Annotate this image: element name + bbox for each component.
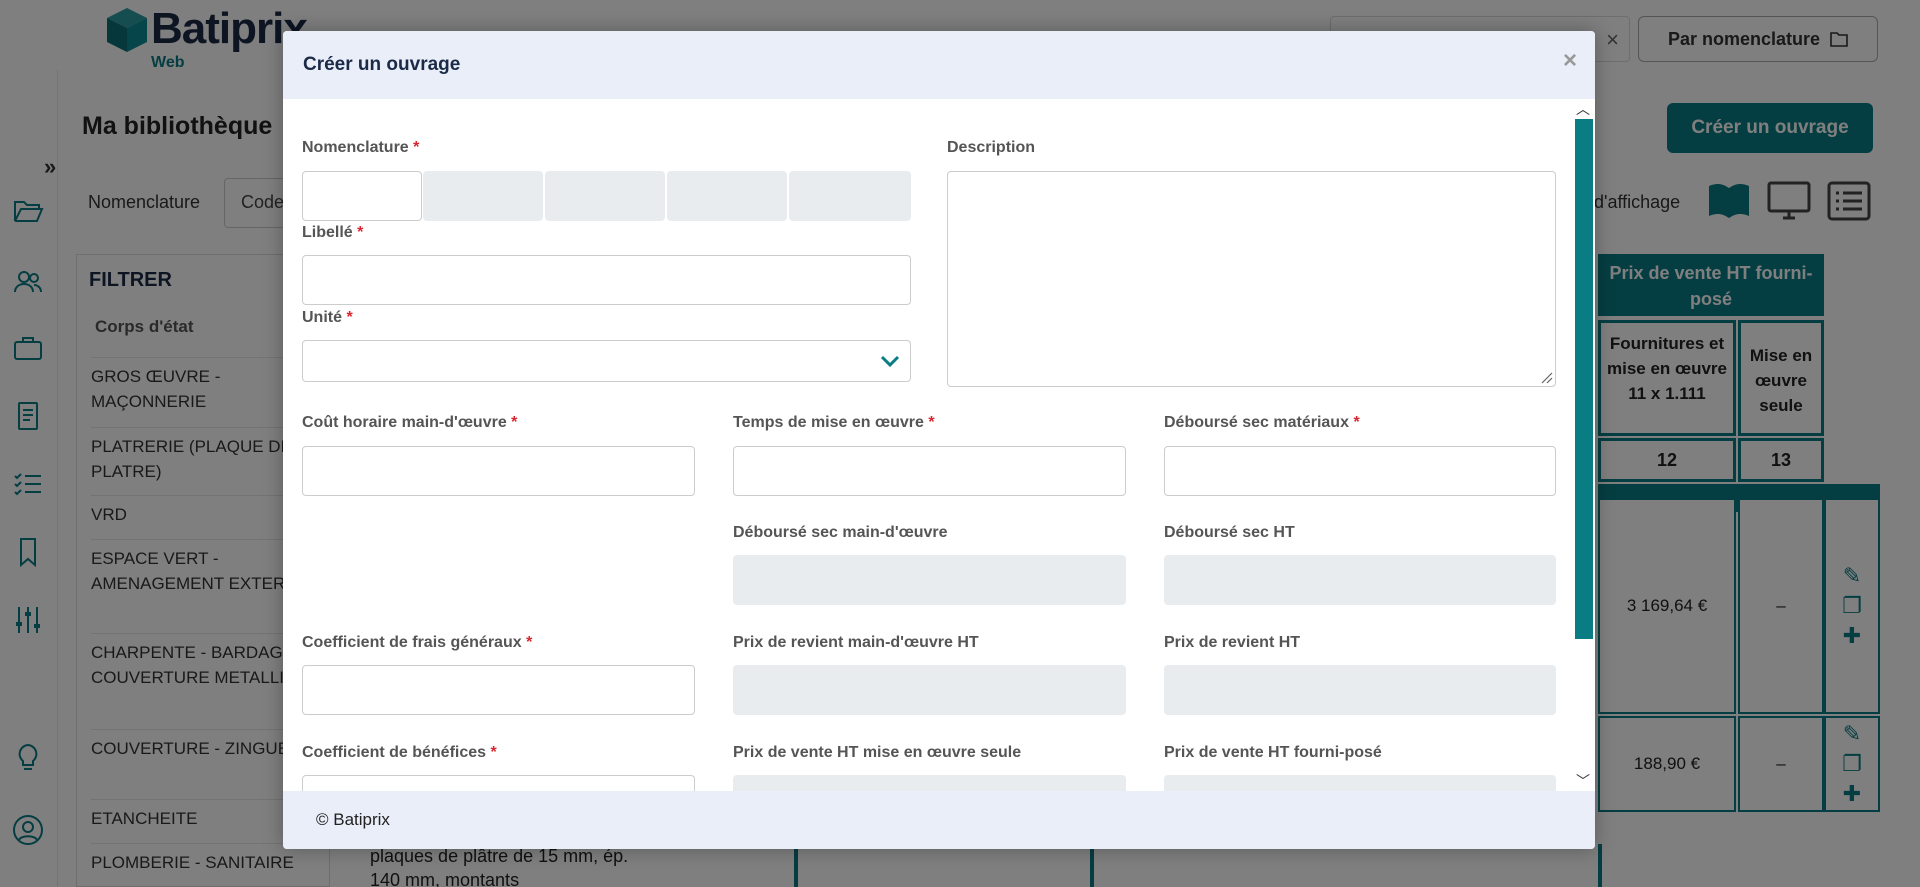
debourse-mo-output (733, 555, 1126, 605)
nomenclature-input-2 (423, 171, 543, 221)
chevron-down-icon (880, 355, 900, 368)
modal-scrollbar-thumb[interactable] (1575, 119, 1593, 639)
nomenclature-input-1[interactable] (302, 171, 422, 221)
scroll-down-icon[interactable]: ﹀ (1576, 771, 1590, 791)
modal-title: Créer un ouvrage (303, 54, 461, 75)
debourse-materiaux-input[interactable] (1164, 446, 1556, 496)
temps-mise-label: Temps de mise en œuvre * (733, 414, 935, 431)
prix-vente-seule-output (733, 775, 1126, 791)
nomenclature-input-4 (667, 171, 787, 221)
nomenclature-input-5 (789, 171, 911, 221)
modal-body: Nomenclature * Libellé * Unité * Descrip… (283, 99, 1595, 791)
description-label: Description (947, 139, 1036, 156)
scroll-up-icon[interactable]: ︿ (1576, 99, 1590, 119)
coef-benefices-input[interactable] (302, 775, 695, 791)
prix-revient-mo-label: Prix de revient main-d'œuvre HT (733, 634, 979, 651)
temps-mise-input[interactable] (733, 446, 1126, 496)
debourse-mo-label: Déboursé sec main-d'œuvre (733, 524, 948, 541)
description-textarea[interactable] (947, 171, 1556, 387)
modal-footer: © Batiprix (283, 791, 1595, 849)
footer-copyright: © Batiprix (316, 810, 390, 829)
cout-horaire-label: Coût horaire main-d'œuvre * (302, 414, 518, 431)
coef-frais-input[interactable] (302, 665, 695, 715)
create-ouvrage-modal: Créer un ouvrage × Nomenclature * Libell… (283, 31, 1595, 849)
resize-handle-icon[interactable] (1539, 370, 1553, 384)
nomenclature-input-3 (545, 171, 665, 221)
prix-vente-fourni-label: Prix de vente HT fourni-posé (1164, 744, 1382, 761)
modal-header: Créer un ouvrage × (283, 31, 1595, 99)
unite-label: Unité * (302, 309, 353, 326)
prix-revient-mo-output (733, 665, 1126, 715)
coef-frais-label: Coefficient de frais généraux * (302, 634, 533, 651)
libelle-label: Libellé * (302, 224, 364, 241)
coef-benefices-label: Coefficient de bénéfices * (302, 744, 497, 761)
prix-vente-seule-label: Prix de vente HT mise en œuvre seule (733, 744, 1022, 761)
cout-horaire-input[interactable] (302, 446, 695, 496)
prix-revient-ht-output (1164, 665, 1556, 715)
prix-vente-fourni-output (1164, 775, 1556, 791)
unite-select[interactable] (302, 340, 911, 382)
prix-revient-ht-label: Prix de revient HT (1164, 634, 1301, 651)
debourse-ht-output (1164, 555, 1556, 605)
libelle-input[interactable] (302, 255, 911, 305)
debourse-ht-label: Déboursé sec HT (1164, 524, 1295, 541)
nomenclature-label: Nomenclature * (302, 139, 420, 156)
close-icon[interactable]: × (1563, 47, 1577, 75)
debourse-materiaux-label: Déboursé sec matériaux * (1164, 414, 1360, 431)
